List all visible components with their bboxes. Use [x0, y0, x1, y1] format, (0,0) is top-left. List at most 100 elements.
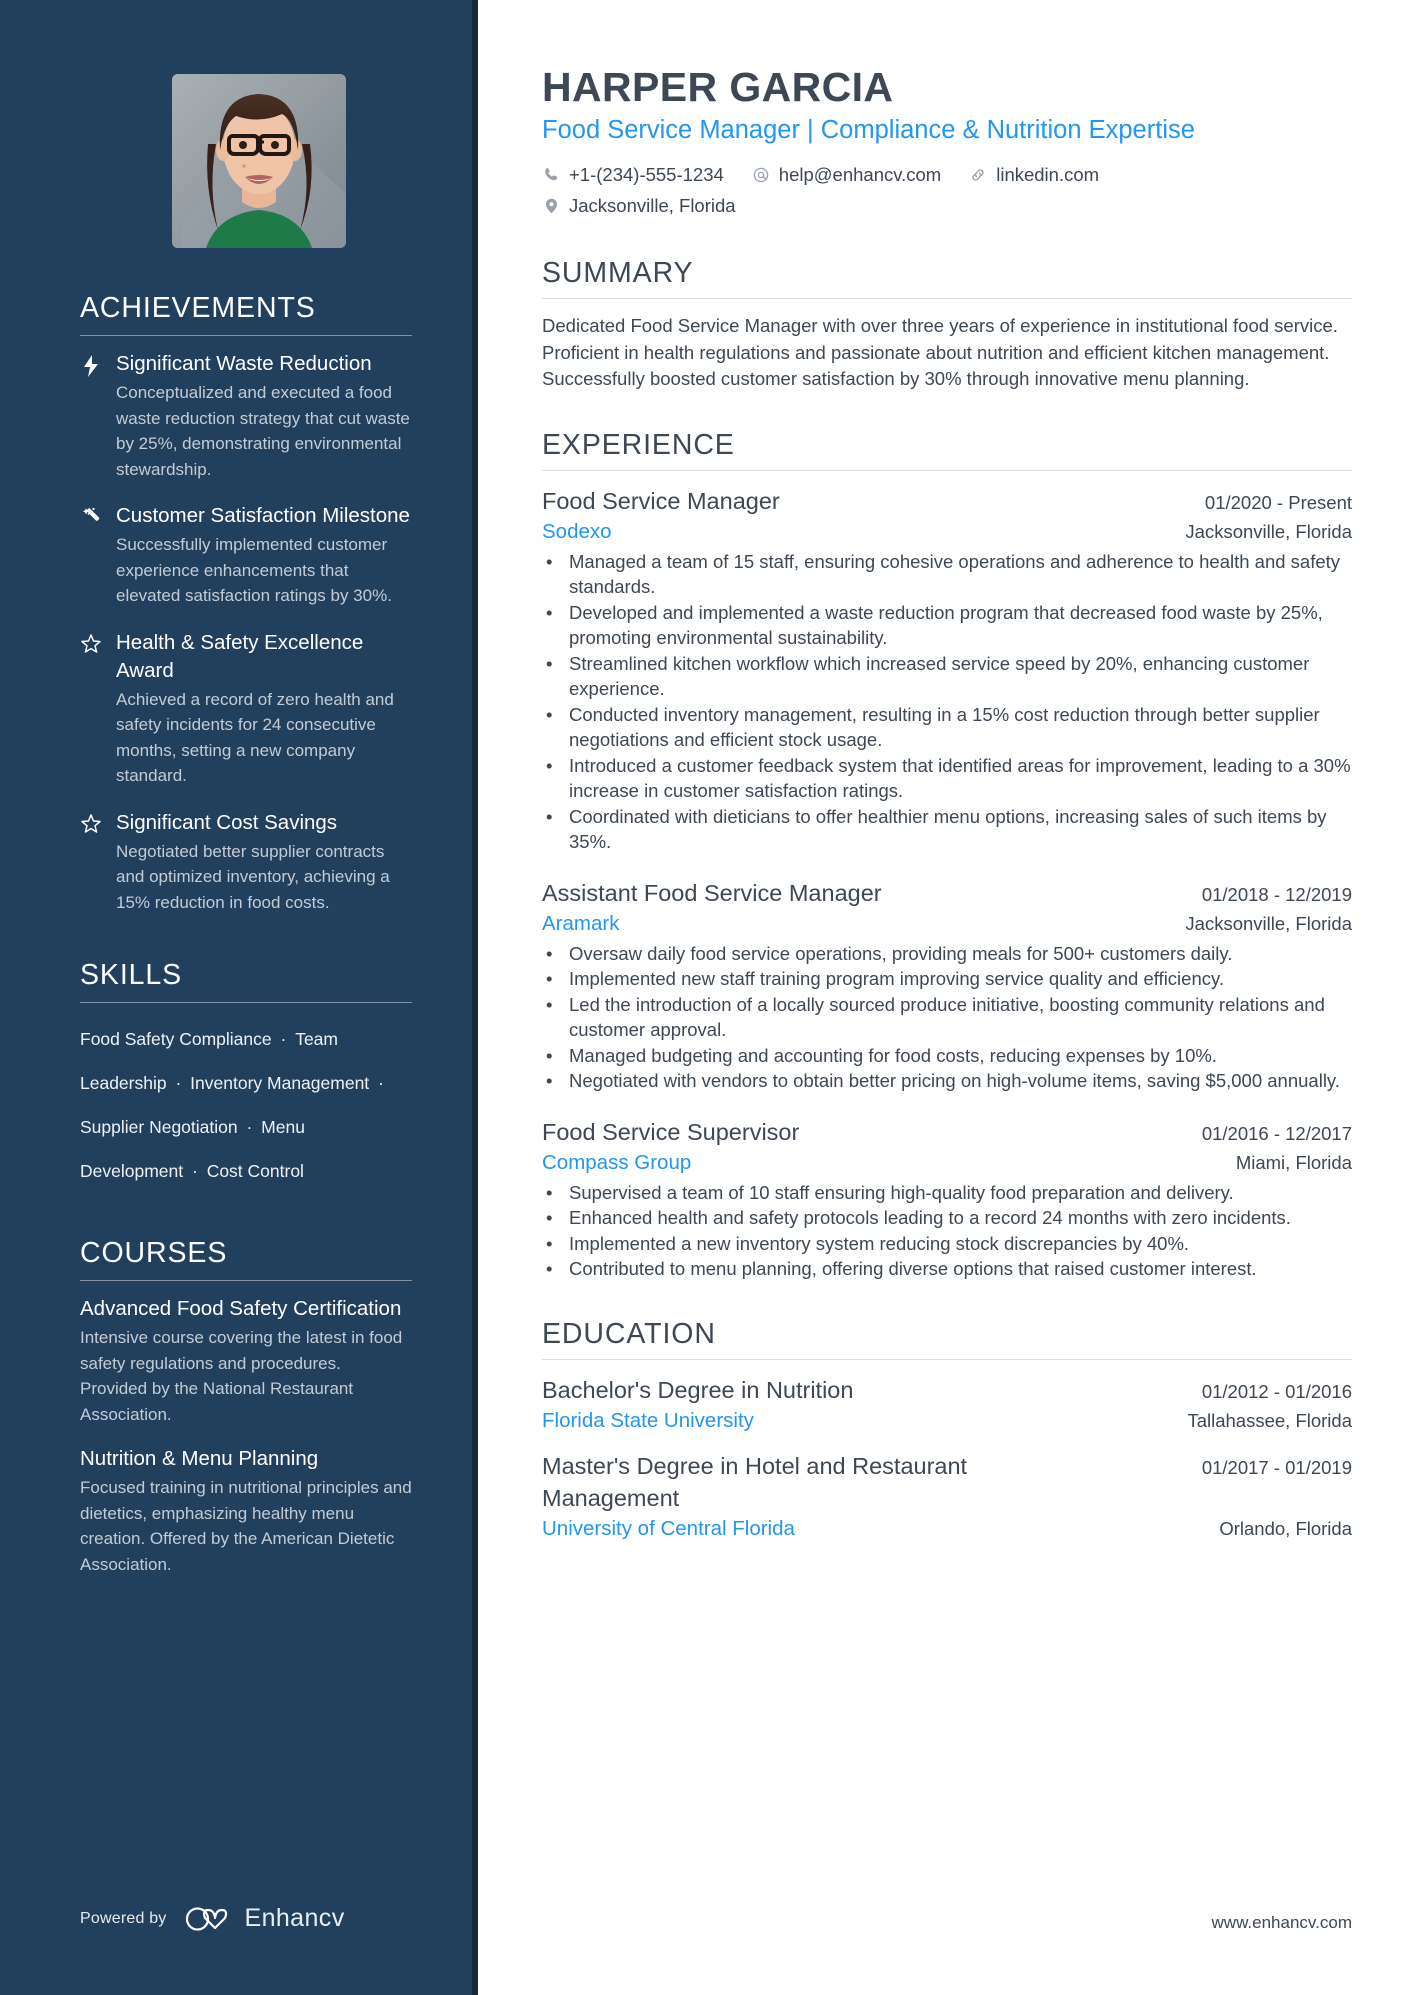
education-entry: Bachelor's Degree in Nutrition 01/2012 - … — [542, 1374, 1352, 1436]
bullet-glyph: • — [546, 805, 553, 827]
achievement-title: Significant Cost Savings — [116, 810, 338, 834]
experience-entry: Assistant Food Service Manager 01/2018 - … — [542, 877, 1352, 1094]
contact-phone[interactable]: +1-(234)-555-1234 — [542, 159, 724, 190]
achievement-title: Health & Safety Excellence Award — [116, 630, 364, 682]
job-bullet: • Managed budgeting and accounting for fo… — [542, 1043, 1352, 1069]
link-icon — [969, 167, 987, 183]
job-location: Jacksonville, Florida — [1185, 520, 1352, 542]
job-bullet: • Developed and implemented a waste reduc… — [542, 600, 1352, 651]
experience-list: Food Service Manager 01/2020 - Present Sod… — [542, 485, 1352, 1282]
achievement-title: Customer Satisfaction Milestone — [116, 504, 410, 527]
degree-date: 01/2017 - 01/2019 — [1201, 1456, 1352, 1478]
job-date: 01/2016 - 12/2017 — [1201, 1122, 1352, 1144]
section-divider — [542, 298, 1352, 299]
skill-item: Food Safety Compliance — [80, 1029, 272, 1049]
section-divider — [80, 1280, 412, 1281]
school-name[interactable]: University of Central Florida — [542, 1514, 795, 1544]
job-bullet: • Enhanced health and safety protocols le… — [542, 1205, 1352, 1231]
job-title: Food Service Supervisor — [542, 1118, 800, 1145]
job-bullet: • Implemented a new inventory system redu… — [542, 1231, 1352, 1257]
job-location: Jacksonville, Florida — [1185, 912, 1352, 934]
bullet-text: Negotiated with vendors to obtain better… — [569, 1070, 1340, 1091]
section-divider — [80, 335, 412, 336]
contact-email[interactable]: help@enhancv.com — [752, 159, 941, 190]
skill-separator: · — [373, 1073, 384, 1093]
courses-section: COURSES Advanced Food Safety Certificati… — [80, 1237, 412, 1577]
job-bullet: • Conducted inventory management, resulti… — [542, 702, 1352, 753]
bullet-text: Supervised a team of 10 staff ensuring h… — [569, 1181, 1234, 1203]
skill-item: Supplier Negotiation — [80, 1117, 238, 1137]
achievement-item: Customer Satisfaction Milestone Successf… — [80, 502, 412, 609]
bullet-glyph: • — [546, 1232, 553, 1254]
bullet-text: Coordinated with dieticians to offer hea… — [569, 805, 1327, 853]
experience-title-row: Food Service Manager 01/2020 - Present — [542, 485, 1352, 517]
education-school-row: Florida State University Tallahassee, Flo… — [542, 1406, 1352, 1436]
job-bullet-list: • Supervised a team of 10 staff ensuring … — [542, 1180, 1352, 1282]
bullet-glyph: • — [546, 1181, 553, 1203]
education-section: EDUCATION Bachelor's Degree in Nutrition… — [542, 1318, 1352, 1544]
experience-entry: Food Service Supervisor 01/2016 - 12/2017… — [542, 1116, 1352, 1282]
profile-photo-wrapper — [80, 0, 412, 248]
school-location: Tallahassee, Florida — [1187, 1409, 1352, 1431]
bullet-glyph: • — [546, 550, 553, 572]
section-divider — [80, 1002, 412, 1003]
experience-heading: EXPERIENCE — [542, 428, 735, 461]
education-title-row: Bachelor's Degree in Nutrition 01/2012 - … — [542, 1374, 1352, 1406]
bullet-text: Contributed to menu planning, offering d… — [569, 1258, 1257, 1279]
job-company[interactable]: Sodexo — [542, 517, 612, 547]
enhancv-wordmark: Enhancv — [244, 1904, 345, 1932]
contact-linkedin[interactable]: linkedin.com — [969, 159, 1099, 190]
job-company[interactable]: Compass Group — [542, 1148, 691, 1178]
bullet-text: Introduced a customer feedback system th… — [569, 754, 1351, 802]
skill-item: Cost Control — [206, 1161, 304, 1181]
school-name[interactable]: Florida State University — [542, 1406, 754, 1436]
contact-row-secondary: Jacksonville, Florida — [542, 190, 1352, 221]
bullet-glyph: • — [546, 703, 553, 725]
bullet-text: Enhanced health and safety protocols lea… — [569, 1207, 1291, 1228]
job-bullet: • Oversaw daily food service operations, … — [542, 941, 1352, 967]
experience-title-row: Food Service Supervisor 01/2016 - 12/2017 — [542, 1116, 1352, 1148]
bullet-text: Implemented a new inventory system reduc… — [569, 1232, 1190, 1254]
degree-title: Master's Degree in Hotel and Restaurant … — [542, 1452, 968, 1511]
skills-heading: SKILLS — [80, 959, 183, 991]
job-bullet: • Introduced a customer feedback system t… — [542, 753, 1352, 804]
bullet-text: Managed budgeting and accounting for foo… — [569, 1044, 1217, 1066]
email-icon — [752, 167, 770, 183]
course-description: Focused training in nutritional principl… — [80, 1478, 412, 1574]
education-list: Bachelor's Degree in Nutrition 01/2012 - … — [542, 1374, 1352, 1544]
experience-company-row: Compass Group Miami, Florida — [542, 1148, 1352, 1178]
page-title: HARPER GARCIA — [542, 64, 894, 110]
sidebar: ACHIEVEMENTS Significant Waste Reduction… — [0, 0, 478, 1995]
job-date: 01/2018 - 12/2019 — [1201, 883, 1352, 905]
enhancv-logo: Enhancv — [185, 1904, 345, 1933]
bullet-text: Developed and implemented a waste reduct… — [569, 601, 1323, 649]
job-company[interactable]: Aramark — [542, 909, 619, 939]
section-divider — [542, 1358, 1352, 1360]
job-bullet: • Implemented new staff training program … — [542, 966, 1352, 992]
powered-by-label: Powered by — [80, 1909, 167, 1927]
resume-page: ACHIEVEMENTS Significant Waste Reduction… — [0, 0, 1410, 1995]
achievement-title: Significant Waste Reduction — [116, 352, 372, 375]
course-item: Advanced Food Safety Certification Inten… — [80, 1295, 412, 1427]
main-column: HARPER GARCIA Food Service Manager | Com… — [478, 0, 1410, 1995]
bullet-glyph: • — [546, 1070, 553, 1091]
bullet-glyph: • — [546, 601, 553, 623]
contact-linkedin-text: linkedin.com — [996, 164, 1100, 185]
achievement-description: Negotiated better supplier contracts and… — [116, 841, 390, 912]
job-bullet: • Supervised a team of 10 staff ensuring … — [542, 1180, 1352, 1206]
bullet-glyph: • — [546, 968, 553, 989]
education-entry: Master's Degree in Hotel and Restaurant … — [542, 1450, 1352, 1544]
achievement-item: Significant Waste Reduction Conceptualiz… — [80, 350, 412, 482]
job-bullet: • Led the introduction of a locally sourc… — [542, 992, 1352, 1043]
bullet-glyph: • — [546, 754, 553, 776]
summary-heading: SUMMARY — [542, 257, 694, 289]
education-title-row: Master's Degree in Hotel and Restaurant … — [542, 1450, 1352, 1514]
achievement-description: Conceptualized and executed a food waste… — [116, 383, 410, 479]
contact-location: Jacksonville, Florida — [542, 190, 736, 221]
bullet-text: Led the introduction of a locally source… — [569, 993, 1325, 1041]
bullet-glyph: • — [546, 1207, 553, 1228]
achievements-section: ACHIEVEMENTS Significant Waste Reduction… — [80, 292, 412, 915]
skills-list: Food Safety Compliance · Team Leadership… — [80, 1017, 412, 1193]
bullet-glyph: • — [546, 1044, 553, 1066]
website-footer: www.enhancv.com — [1211, 1913, 1352, 1932]
